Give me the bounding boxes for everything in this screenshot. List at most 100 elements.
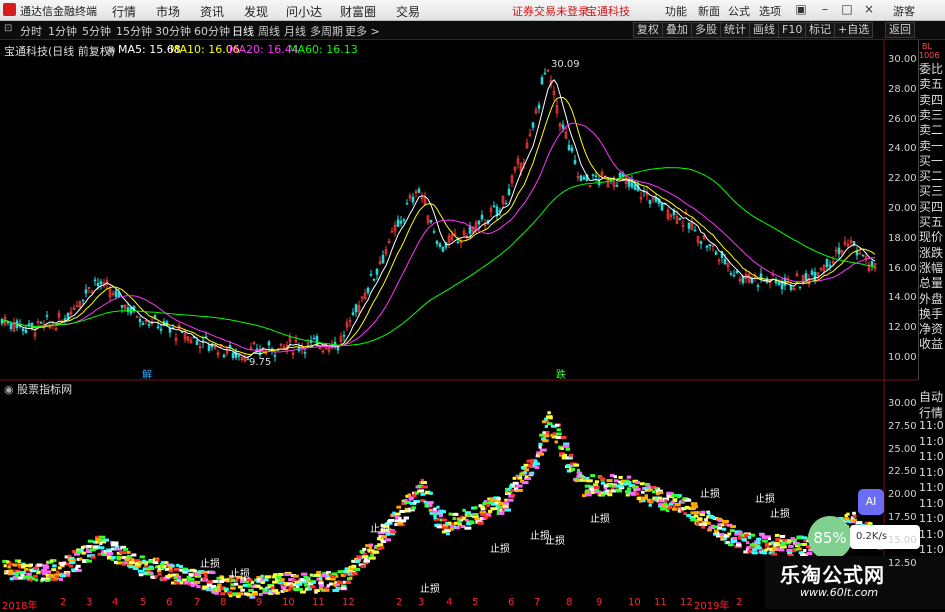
period-daily[interactable]: 日线 bbox=[232, 23, 254, 39]
indicator-mark bbox=[690, 502, 698, 506]
indicator-mark bbox=[586, 476, 590, 480]
indicator-mark bbox=[516, 484, 523, 488]
menu-hangqing[interactable]: 行情 bbox=[112, 3, 136, 20]
user-label[interactable]: 游客 bbox=[893, 3, 915, 19]
menu-gongshi[interactable]: 公式 bbox=[728, 3, 750, 19]
period-1min[interactable]: 1分钟 bbox=[48, 23, 77, 39]
indicator-mark bbox=[464, 511, 472, 515]
indicator-mark bbox=[449, 527, 454, 531]
indicator-mark bbox=[142, 559, 147, 563]
skin-icon[interactable]: ▣ bbox=[794, 2, 808, 17]
stop-loss-label: 止损 bbox=[770, 509, 790, 520]
indicator-mark bbox=[72, 558, 76, 562]
indicator-mark bbox=[788, 544, 794, 548]
indicator-mark bbox=[776, 543, 780, 547]
indicator-mark bbox=[225, 587, 229, 591]
minimize-icon[interactable]: – bbox=[818, 2, 832, 17]
period-15min[interactable]: 15分钟 bbox=[116, 23, 152, 39]
time-tick: 11 bbox=[654, 597, 667, 608]
menu-caifuquan[interactable]: 财富圈 bbox=[340, 3, 376, 20]
indicator-mark bbox=[28, 564, 32, 568]
period-monthly[interactable]: 月线 bbox=[284, 23, 306, 39]
period-multi[interactable]: 多周期 bbox=[310, 23, 343, 39]
period-30min[interactable]: 30分钟 bbox=[155, 23, 191, 39]
login-status[interactable]: 证券交易未登录 bbox=[512, 3, 589, 19]
candle-body bbox=[570, 147, 574, 152]
menu-shichang[interactable]: 市场 bbox=[156, 3, 180, 20]
duogu-button[interactable]: 多股 bbox=[691, 22, 721, 38]
ai-assistant-button[interactable]: AI bbox=[858, 489, 884, 515]
huaxian-button[interactable]: 画线 bbox=[749, 22, 779, 38]
candle-body bbox=[714, 251, 718, 255]
indicator-mark bbox=[420, 481, 427, 485]
jie-marker[interactable]: 解 bbox=[142, 366, 152, 381]
menu-xinmian[interactable]: 新面 bbox=[698, 3, 720, 19]
indicator-mark bbox=[8, 569, 14, 573]
menu-gongneng[interactable]: 功能 bbox=[665, 3, 687, 19]
indicator-title[interactable]: ◉ 股票指标网 bbox=[4, 381, 72, 397]
time-tick: 6 bbox=[508, 597, 515, 608]
indicator-mark bbox=[60, 574, 67, 578]
tongji-button[interactable]: 统计 bbox=[720, 22, 750, 38]
indicator-settings-icon[interactable]: ◉ bbox=[4, 383, 17, 396]
indicator-mark bbox=[220, 576, 225, 580]
biaoji-button[interactable]: 标记 bbox=[805, 22, 835, 38]
menu-wenxiaoda[interactable]: 问小达 bbox=[286, 3, 322, 20]
network-speed-ball[interactable]: 85% bbox=[808, 516, 852, 560]
indicator-mark bbox=[707, 512, 711, 516]
indicator-mark bbox=[442, 526, 449, 530]
time-tick: 9 bbox=[256, 597, 263, 608]
period-weekly[interactable]: 周线 bbox=[258, 23, 280, 39]
back-button[interactable]: 返回 bbox=[885, 22, 915, 38]
menu-jiaoyi[interactable]: 交易 bbox=[396, 3, 420, 20]
candle-body bbox=[375, 268, 379, 275]
indicator-mark bbox=[390, 530, 397, 534]
indicator-mark bbox=[48, 573, 54, 577]
indicator-mark bbox=[676, 495, 681, 499]
period-5min[interactable]: 5分钟 bbox=[82, 23, 111, 39]
collapse-icon[interactable]: ⊡ bbox=[4, 23, 12, 34]
indicator-mark bbox=[436, 505, 440, 509]
candle-body bbox=[441, 246, 445, 252]
indicator-tick: 12.50 bbox=[888, 557, 917, 569]
indicator-mark bbox=[152, 561, 159, 565]
indicator-mark bbox=[258, 593, 263, 597]
indicator-mark bbox=[148, 571, 153, 575]
add-favorite-button[interactable]: +自选 bbox=[834, 22, 874, 38]
period-fenshi[interactable]: 分时 bbox=[20, 23, 42, 39]
indicator-mark bbox=[314, 573, 321, 577]
indicator-side-label: 11:01 bbox=[919, 496, 945, 510]
indicator-mark bbox=[148, 560, 154, 564]
indicator-mark bbox=[330, 577, 336, 581]
period-more[interactable]: 更多 > bbox=[345, 23, 380, 39]
indicator-mark bbox=[260, 574, 264, 578]
indicator-mark bbox=[523, 463, 529, 467]
candle-body bbox=[27, 323, 31, 326]
time-tick: 8 bbox=[566, 597, 573, 608]
die-marker[interactable]: 跌 bbox=[556, 366, 566, 381]
maximize-icon[interactable]: □ bbox=[840, 2, 854, 17]
indicator-mark bbox=[693, 514, 699, 518]
kline-chart[interactable] bbox=[0, 40, 945, 600]
indicator-mark bbox=[230, 586, 236, 590]
time-tick: 7 bbox=[534, 597, 541, 608]
indicator-mark bbox=[549, 415, 553, 419]
candle-body bbox=[633, 184, 637, 191]
indicator-mark bbox=[474, 517, 481, 521]
f10-button[interactable]: F10 bbox=[778, 22, 807, 38]
menu-zixun[interactable]: 资讯 bbox=[200, 3, 224, 20]
close-icon[interactable]: × bbox=[862, 2, 876, 17]
diejia-button[interactable]: 叠加 bbox=[662, 22, 692, 38]
period-60min[interactable]: 60分钟 bbox=[194, 23, 230, 39]
watermark-title: 乐淘公式网 bbox=[780, 563, 885, 587]
menu-xuanxiang[interactable]: 选项 bbox=[759, 3, 781, 19]
indicator-mark bbox=[626, 479, 630, 483]
indicator-mark bbox=[395, 512, 401, 516]
price-tick: 22.00 bbox=[888, 173, 917, 185]
menu-faxian[interactable]: 发现 bbox=[244, 3, 268, 20]
candle-body bbox=[561, 124, 565, 129]
indicator-mark bbox=[593, 485, 600, 489]
indicator-mark bbox=[130, 558, 135, 562]
candle-body bbox=[24, 329, 28, 333]
fuquan-button[interactable]: 复权 bbox=[633, 22, 663, 38]
